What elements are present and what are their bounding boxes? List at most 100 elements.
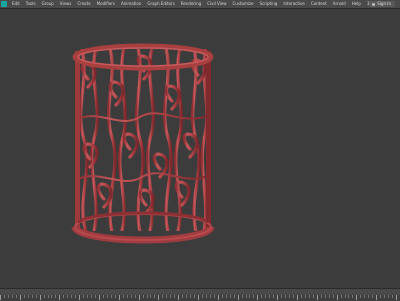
timeline-tick (154, 295, 156, 298)
timeline-tick (194, 295, 196, 298)
timeline-tick (233, 295, 235, 298)
menu-content[interactable]: Content (308, 0, 330, 8)
timeline-tick (332, 295, 334, 298)
timeline-tick (118, 295, 120, 300)
timeline-tick (35, 295, 37, 298)
timeline-tick (23, 295, 25, 298)
timeline-tick (205, 295, 207, 298)
timeline-tick (138, 295, 140, 300)
timeline-tick (91, 295, 93, 298)
timeline-tick (273, 295, 275, 298)
menu-create[interactable]: Create (74, 0, 93, 8)
timeline-tick (11, 295, 13, 298)
signin-button[interactable]: Sign In (369, 1, 394, 7)
timeline-tick (308, 295, 310, 298)
timeline-tick (67, 295, 69, 298)
menu-customize[interactable]: Customize (230, 0, 257, 8)
timeline-tick (122, 295, 124, 298)
menu-scripting[interactable]: Scripting (257, 0, 281, 8)
timeline-tick (0, 295, 1, 300)
timeline-tick (79, 295, 81, 300)
timeline-bar[interactable] (0, 288, 400, 301)
timeline-tick (277, 295, 279, 300)
timeline-tick (162, 295, 164, 298)
timeline-tick (87, 295, 89, 298)
timeline-tick (27, 295, 29, 298)
timeline-tick (388, 295, 390, 298)
timeline-tick (304, 295, 306, 298)
timeline-tick (249, 295, 251, 298)
timeline-tick (336, 295, 338, 300)
timeline-tick (106, 295, 108, 298)
timeline-tick (55, 295, 57, 298)
menu-graph-editors[interactable]: Graph Editors (144, 0, 177, 8)
timeline-tick (51, 295, 53, 298)
timeline-tick (142, 295, 144, 298)
timeline-tick (182, 295, 184, 298)
timeline-tick (293, 295, 295, 298)
timeline-tick (269, 295, 271, 298)
timeline-tick (190, 295, 192, 298)
timeline-tick (380, 295, 382, 298)
app-logo-icon[interactable] (1, 1, 7, 7)
timeline-tick (146, 295, 148, 298)
timeline-tick (158, 295, 160, 300)
timeline-tick (340, 295, 342, 298)
timeline-tick (229, 295, 231, 298)
timeline-tick (281, 295, 283, 298)
menu-help[interactable]: Help (349, 0, 364, 8)
timeline-tick (289, 295, 291, 298)
timeline-tick (63, 295, 65, 298)
timeline-tick (95, 295, 97, 298)
timeline-tick (348, 295, 350, 298)
timeline-tick (99, 295, 100, 300)
timeline-tick (261, 295, 263, 298)
timeline-tick (19, 295, 21, 300)
3d-viewport[interactable] (0, 9, 400, 288)
timeline-tick (47, 295, 49, 298)
timeline-tick (178, 295, 180, 300)
timeline-tick (324, 295, 326, 298)
timeline-tick (312, 295, 314, 298)
timeline-tick (352, 295, 354, 298)
user-icon (372, 2, 376, 6)
timeline-tick (110, 295, 112, 298)
timeline-tick (134, 295, 136, 298)
timeline-tick (376, 295, 378, 300)
timeline-tick (39, 295, 41, 300)
menu-items: Edit Tools Group Views Create Modifiers … (9, 0, 398, 8)
menu-modifiers[interactable]: Modifiers (94, 0, 118, 8)
timeline-tick (209, 295, 211, 298)
menu-edit[interactable]: Edit (9, 0, 23, 8)
timeline-tick (150, 295, 152, 298)
timeline-tick (186, 295, 188, 298)
menu-civil-view[interactable]: Civil View (204, 0, 229, 8)
timeline-tick (245, 295, 247, 298)
timeline-tick (396, 295, 397, 300)
timeline-tick (392, 295, 394, 298)
menu-animation[interactable]: Animation (118, 0, 144, 8)
timeline-tick (253, 295, 255, 298)
timeline-tick (344, 295, 346, 298)
menu-group[interactable]: Group (39, 0, 57, 8)
menu-interactive[interactable]: Interactive (280, 0, 308, 8)
menu-views[interactable]: Views (57, 0, 75, 8)
menu-tools[interactable]: Tools (23, 0, 39, 8)
timeline-tick (368, 295, 370, 298)
timeline-tick (114, 295, 116, 298)
timeline-tick (15, 295, 17, 298)
timeline-tick (320, 295, 322, 298)
menu-bar: Edit Tools Group Views Create Modifiers … (0, 0, 400, 9)
timeline-tick (213, 295, 215, 298)
menu-rendering[interactable]: Rendering (178, 0, 204, 8)
timeline-tick (75, 295, 77, 298)
timeline-tick (83, 295, 85, 298)
menu-arnold[interactable]: Arnold (330, 0, 349, 8)
timeline-tick (364, 295, 366, 298)
timeline-tick (166, 295, 168, 298)
timeline-tick (130, 295, 132, 298)
timeline-tick (225, 295, 227, 298)
timeline-tick (170, 295, 172, 298)
lamp-shade-model[interactable] (0, 9, 400, 288)
timeline-track[interactable] (0, 295, 400, 301)
